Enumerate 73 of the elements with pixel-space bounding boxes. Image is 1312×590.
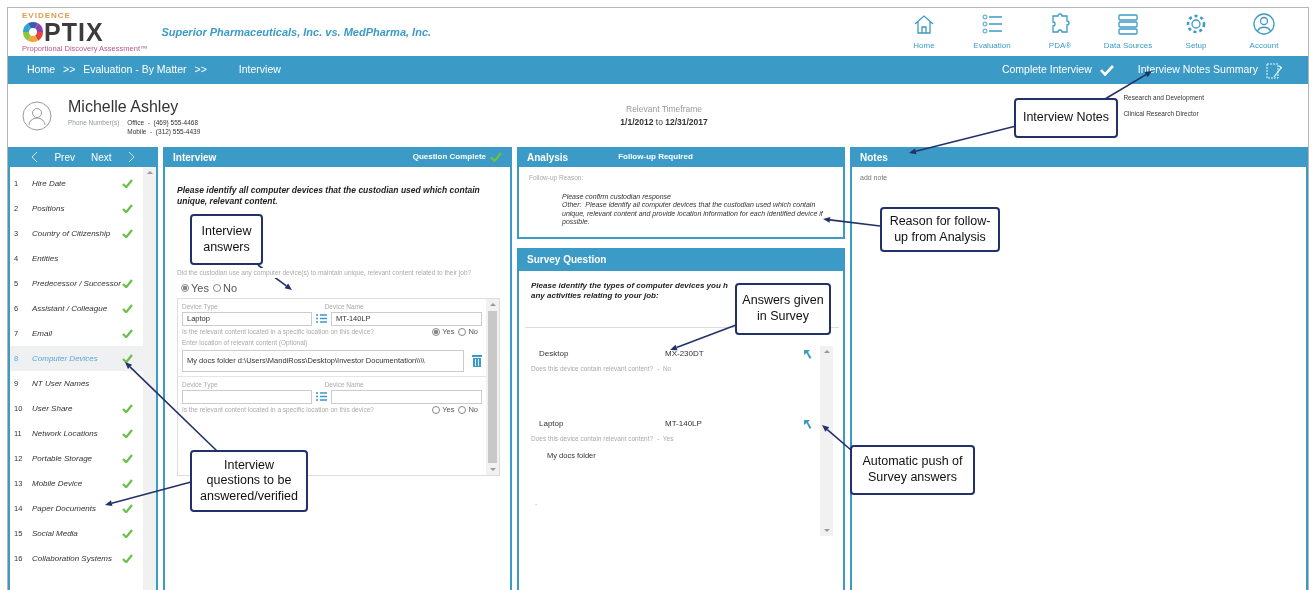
- scroll-up-icon[interactable]: [823, 350, 830, 353]
- trash-icon[interactable]: [472, 354, 482, 367]
- scroll-up-icon[interactable]: [489, 302, 496, 306]
- logo-text: EVIDENCE: [22, 11, 72, 20]
- list-icon[interactable]: [316, 392, 327, 402]
- question-text: any activities relating to your job:: [531, 291, 659, 301]
- user-icon: [1252, 12, 1276, 36]
- nav-label: Setup: [1185, 40, 1207, 52]
- list-icon: [980, 12, 1004, 36]
- nav-label: Data Sources: [1103, 40, 1153, 52]
- chevron-left-icon: [31, 151, 39, 163]
- input-field[interactable]: [331, 389, 482, 404]
- push-arrow-icon[interactable]: [803, 349, 812, 359]
- timeframe-label: Relevant Timeframe: [625, 102, 704, 116]
- matter-title: Superior Pharmaceuticals, Inc. vs. MedPharma, Inc.: [161, 24, 432, 40]
- panel-title: Notes: [860, 150, 888, 165]
- callout-arrow: [822, 425, 852, 451]
- callout-box: Interview questions to be answered/verified: [190, 450, 308, 512]
- push-arrow-icon[interactable]: [803, 418, 812, 429]
- callout-box: Automatic push of Survey answers: [850, 445, 975, 495]
- device-name: MX-230DT: [665, 348, 705, 360]
- panel-title: Survey Question: [527, 253, 607, 267]
- callout-box: Answers given in Survey: [735, 283, 831, 335]
- scrollbar[interactable]: [820, 346, 833, 536]
- breadcrumb-current: Interview: [238, 62, 281, 78]
- logo-text: PTIX: [44, 19, 104, 45]
- custodian-name: Michelle Ashley: [68, 97, 180, 118]
- radio-button[interactable]: [432, 406, 441, 414]
- settings-icon: [1184, 12, 1208, 36]
- radio-button[interactable]: [458, 327, 467, 336]
- check-icon: [490, 152, 502, 162]
- check-icon: [1099, 64, 1114, 76]
- panel-title: Analysis: [527, 150, 569, 165]
- scroll-down-icon[interactable]: [489, 467, 496, 471]
- radio-button[interactable]: [212, 284, 221, 292]
- radio-button[interactable]: [432, 327, 441, 336]
- callout-box: Interview Notes: [1014, 98, 1118, 138]
- question-text: Please identify the types of computer devices you h: [531, 281, 728, 291]
- panel-title: Interview: [173, 150, 217, 165]
- status-text: Follow-up Required: [618, 151, 693, 163]
- scroll-up-icon[interactable]: [146, 171, 153, 174]
- callout-box: Reason for follow-up from Analysis: [880, 207, 1000, 252]
- device-type: Desktop: [538, 348, 570, 360]
- chevron-right-icon: [127, 151, 135, 163]
- callout-box: Interview answers: [190, 214, 263, 265]
- list-icon[interactable]: [316, 314, 327, 324]
- timeframe-range: 1/1/2012 to 12/31/2017: [620, 115, 708, 129]
- nav-label: PDA®: [1048, 40, 1072, 52]
- input-field[interactable]: [182, 389, 312, 404]
- server-icon: [1116, 12, 1140, 36]
- breadcrumb-separator: >>: [63, 62, 76, 78]
- scroll-down-icon[interactable]: [823, 529, 830, 532]
- question-text: Please identify all computer devices that the custodian used which contain unique, relevant content.: [177, 185, 481, 207]
- device-name: MT-140LP: [665, 417, 703, 430]
- radio-button[interactable]: [458, 406, 467, 414]
- radio-label: No: [222, 281, 237, 295]
- callout-arrow: [823, 216, 881, 227]
- avatar-icon: [22, 100, 52, 131]
- nav-label: Evaluation: [973, 40, 1011, 52]
- radio-button[interactable]: [181, 284, 189, 292]
- radio-label: Yes: [191, 281, 209, 295]
- scrollbar[interactable]: [486, 298, 499, 475]
- device-type: Laptop: [538, 417, 565, 430]
- nav-label: Account: [1249, 40, 1279, 52]
- aperture-logo-icon: [22, 21, 44, 44]
- nav-label: Home: [913, 40, 935, 52]
- status-text: Question Complete: [412, 151, 486, 163]
- scrollbar[interactable]: [143, 167, 156, 590]
- callout-arrow: [670, 324, 737, 351]
- scrollbar-thumb[interactable]: [488, 310, 497, 463]
- notepad-icon: [1266, 61, 1282, 79]
- breadcrumb-separator: >>: [194, 62, 207, 78]
- callout-arrow: [1104, 71, 1152, 100]
